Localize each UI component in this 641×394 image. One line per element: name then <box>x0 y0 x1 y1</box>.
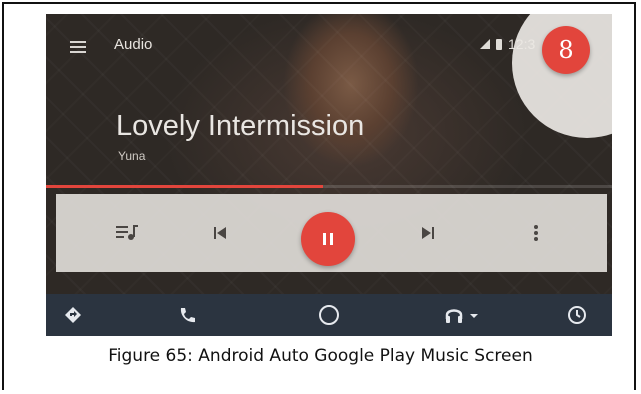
app-title: Audio <box>114 36 153 53</box>
headphones-icon[interactable] <box>444 304 484 326</box>
home-icon[interactable] <box>316 304 342 326</box>
android-auto-screen: Audio 12:3 8 Lovely Intermission Yuna <box>46 14 612 336</box>
voice-search-button[interactable]: 8 <box>542 26 590 74</box>
battery-icon <box>496 38 502 50</box>
skip-previous-icon[interactable] <box>208 223 232 243</box>
figure-caption: Figure 65: Android Auto Google Play Musi… <box>108 346 533 366</box>
recents-icon[interactable] <box>566 304 588 326</box>
playback-controls <box>56 194 607 272</box>
skip-next-icon[interactable] <box>416 223 440 243</box>
artist-name: Yuna <box>118 149 146 163</box>
playback-progress-fill <box>46 185 324 188</box>
pause-icon <box>323 233 333 245</box>
menu-icon[interactable] <box>70 41 86 53</box>
more-vertical-icon[interactable] <box>526 223 546 243</box>
playback-progress[interactable] <box>46 185 612 188</box>
pause-button[interactable] <box>301 212 355 266</box>
signal-icon <box>480 39 490 49</box>
phone-icon[interactable] <box>176 304 198 326</box>
google-icon: 8 <box>558 36 574 64</box>
bottom-nav-bar <box>46 294 612 336</box>
track-title: Lovely Intermission <box>116 110 365 142</box>
navigation-icon[interactable] <box>62 304 84 326</box>
queue-music-icon[interactable] <box>116 223 140 243</box>
